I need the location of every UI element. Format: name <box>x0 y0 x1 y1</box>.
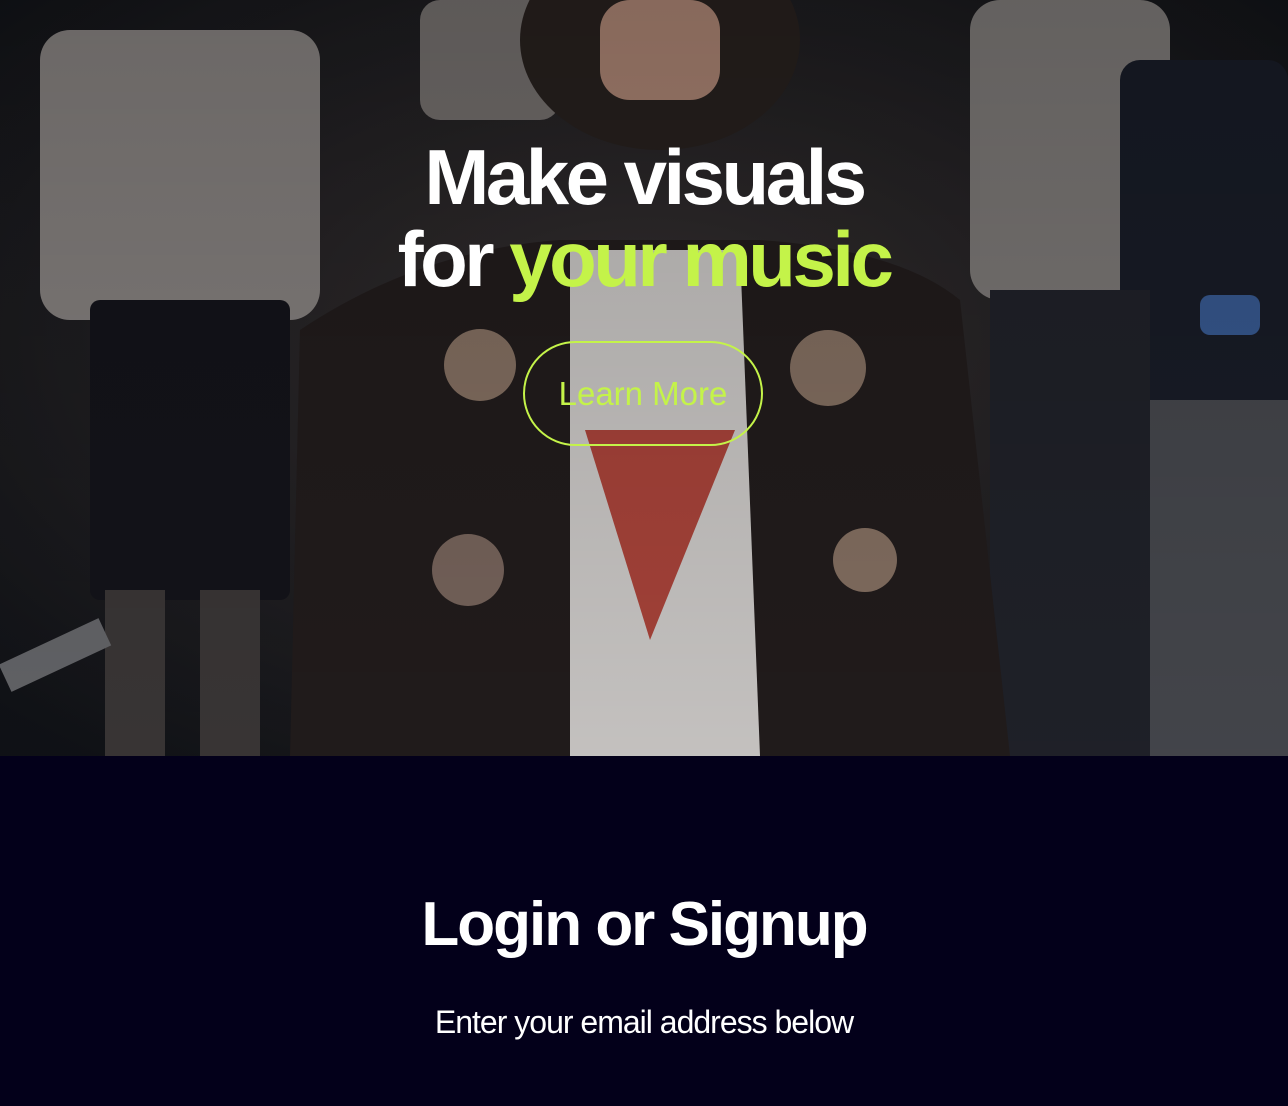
headline-line-1: Make visuals <box>424 133 867 221</box>
login-section: Login or Signup Enter your email address… <box>0 756 1288 1106</box>
hero-headline: Make visuals for your music <box>0 136 1288 300</box>
learn-more-button[interactable]: Learn More <box>523 341 763 446</box>
hero-section: Make visuals for your music Learn More <box>0 0 1288 756</box>
headline-accent: your music <box>509 215 894 303</box>
login-title: Login or Signup <box>421 890 868 959</box>
hero-content: Make visuals for your music Learn More <box>0 0 1288 756</box>
headline-for: for <box>397 215 510 303</box>
login-subtitle: Enter your email address below <box>434 1004 854 1040</box>
